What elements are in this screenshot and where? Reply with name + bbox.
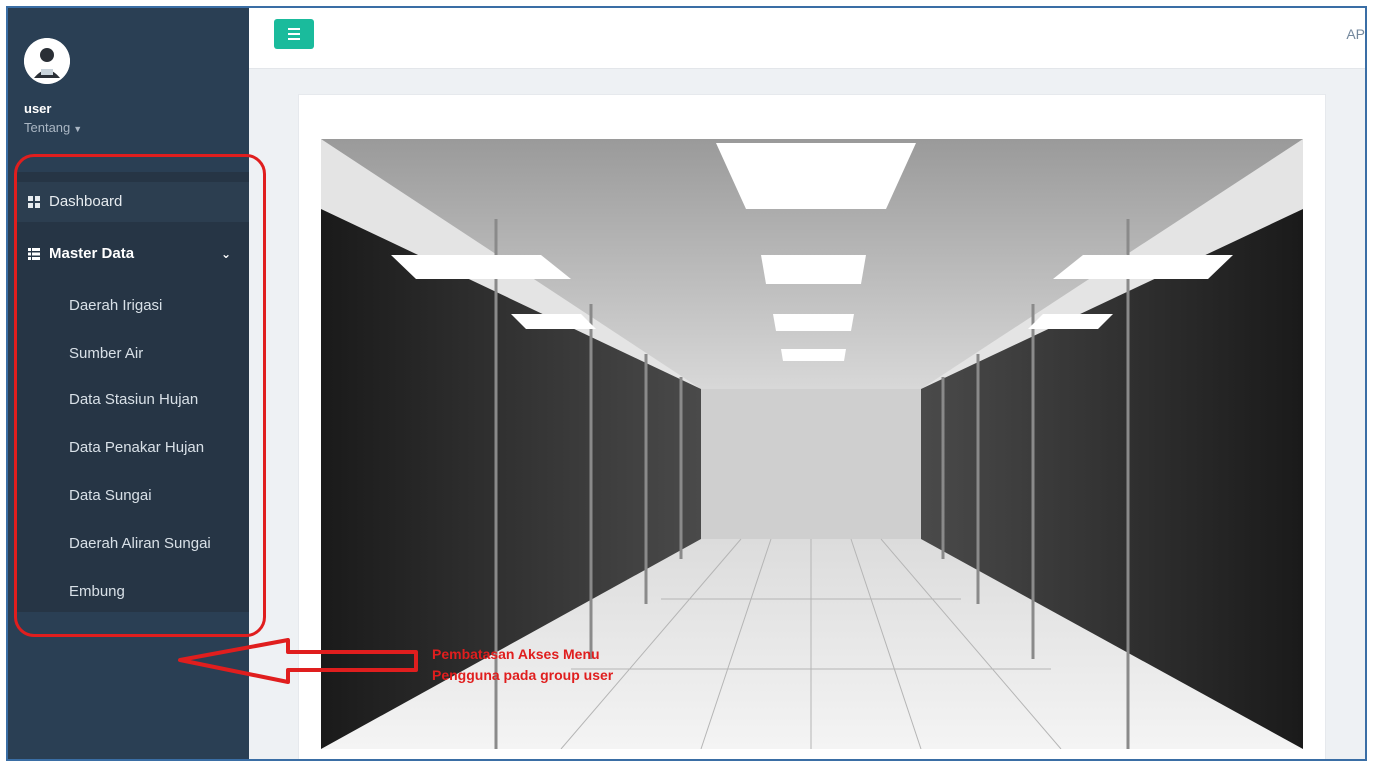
about-dropdown[interactable]: Tentang ▼ <box>24 120 82 135</box>
annotation-arrow <box>178 638 418 684</box>
menu-toggle-button[interactable] <box>274 19 314 49</box>
annotation-highlight-box <box>14 154 266 637</box>
top-right-label[interactable]: AP <box>1346 26 1365 42</box>
app-window: user Tentang ▼ Dashboard Master Data ⌄ D… <box>6 6 1367 761</box>
hamburger-menu-icon <box>288 28 300 30</box>
user-name: user <box>24 101 52 116</box>
about-label: Tentang <box>24 120 71 135</box>
hamburger-menu-icon <box>288 33 300 35</box>
caret-down-icon: ▼ <box>73 124 83 134</box>
user-avatar-icon[interactable] <box>24 38 70 84</box>
annotation-text: Pembatasan Akses Menu Pengguna pada grou… <box>432 646 614 683</box>
hamburger-menu-icon <box>288 38 300 40</box>
top-navbar: AP <box>249 8 1365 69</box>
